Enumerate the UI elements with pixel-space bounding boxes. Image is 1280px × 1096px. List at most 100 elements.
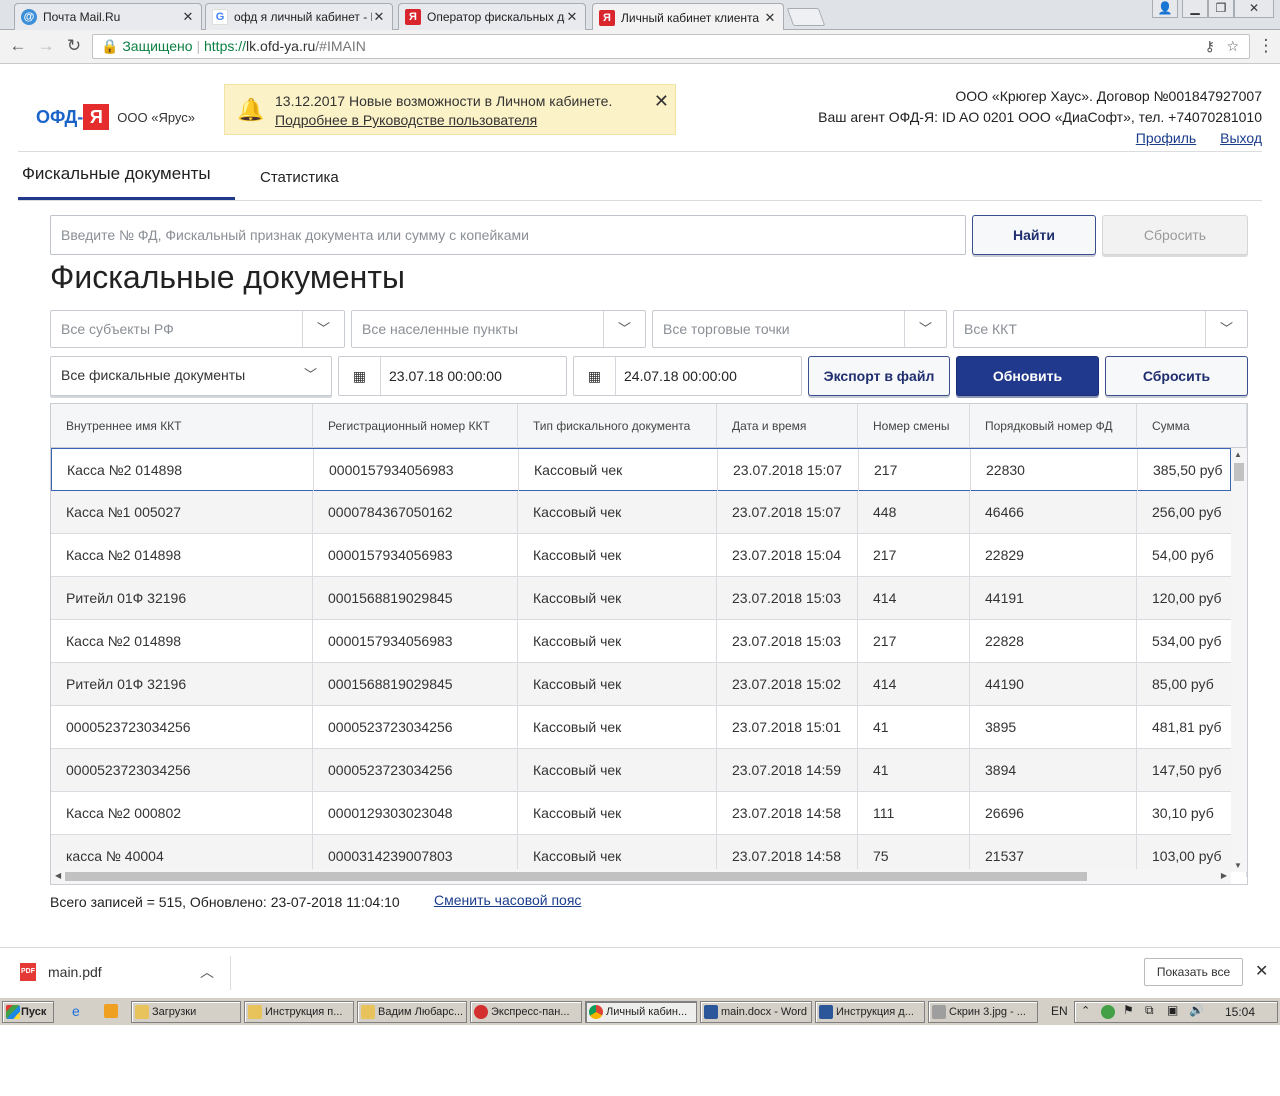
tray-flag-icon[interactable]: ⚑ [1123, 1003, 1134, 1017]
menu-icon[interactable]: ⋮ [1256, 37, 1276, 54]
url-field[interactable]: 🔒 Защищено | https://lk.ofd-ya.ru/#IMAIN… [92, 34, 1250, 59]
browser-tab-operator[interactable]: Я Оператор фискальных да ✕ [398, 3, 586, 30]
table-row[interactable]: Касса №2 014898 0000157934056983 Кассовый … [51, 448, 1231, 491]
table-row[interactable]: Касса №2 000802 0000129303023048 Кассовый … [51, 792, 1247, 835]
star-icon[interactable]: ☆ [1226, 35, 1239, 58]
kkt-select[interactable]: Все ККТ ﹀ [953, 310, 1248, 348]
close-tab-icon[interactable]: ✕ [181, 9, 195, 25]
tray-expand-icon[interactable]: ⌃ [1081, 1004, 1090, 1017]
restore-icon[interactable]: ❐ [1208, 0, 1234, 18]
cell-shift: 217 [859, 449, 971, 491]
city-select[interactable]: Все населенные пункты ﹀ [351, 310, 646, 348]
cell-kkt-name: Касса №2 014898 [51, 620, 313, 662]
cell-shift: 217 [858, 534, 970, 576]
horizontal-scrollbar[interactable]: ◀ ▶ [51, 869, 1231, 884]
close-tab-icon[interactable]: ✕ [565, 9, 579, 25]
points-select[interactable]: Все торговые точки ﹀ [652, 310, 947, 348]
ie-icon[interactable]: e [72, 1003, 80, 1019]
column-header-sum[interactable]: Сумма [1137, 404, 1247, 448]
nav-divider [18, 200, 1262, 201]
date-to-field[interactable]: ▦ 24.07.18 00:00:00 [573, 356, 802, 396]
taskbar-item-word-main[interactable]: main.docx - Word [700, 1001, 812, 1023]
scroll-up-icon[interactable]: ▲ [1234, 450, 1242, 459]
media-player-icon[interactable] [104, 1004, 118, 1018]
find-button[interactable]: Найти [972, 215, 1096, 255]
column-header-reg-number[interactable]: Регистрационный номер ККТ [313, 404, 518, 448]
close-download-bar-icon[interactable]: ✕ [1255, 961, 1268, 981]
start-button[interactable]: Пуск [2, 1001, 54, 1023]
column-header-kkt-name[interactable]: Внутреннее имя ККТ [51, 404, 313, 448]
tab-fiscal-documents[interactable]: Фискальные документы [22, 164, 211, 184]
show-all-button[interactable]: Показать все [1144, 958, 1243, 986]
horizontal-scroll-thumb[interactable] [65, 872, 1087, 881]
region-select[interactable]: Все субъекты РФ ﹀ [50, 310, 345, 348]
tray-sync-icon[interactable] [1101, 1005, 1115, 1019]
taskbar-item-downloads[interactable]: Загрузки [131, 1001, 241, 1023]
new-tab-button[interactable] [786, 8, 826, 26]
column-header-shift[interactable]: Номер смены [858, 404, 970, 448]
vertical-scrollbar[interactable]: ▲ ▼ [1231, 448, 1247, 872]
manual-link[interactable]: Подробнее в Руководстве пользователя [275, 112, 537, 128]
reload-icon[interactable]: ↻ [64, 37, 84, 54]
tray-volume-icon[interactable]: 🔊 [1189, 1003, 1204, 1017]
taskbar-item-instruction[interactable]: Инструкция п... [244, 1001, 354, 1023]
table-row[interactable]: Касса №2 014898 0000157934056983 Кассовый … [51, 534, 1247, 577]
taskbar-item-vadim[interactable]: Вадим Любарс... [357, 1001, 467, 1023]
language-indicator[interactable]: EN [1051, 1004, 1068, 1018]
taskbar-item-word-instruction[interactable]: Инструкция д... [815, 1001, 925, 1023]
table-row[interactable]: Касса №1 005027 0000784367050162 Кассовый … [51, 491, 1247, 534]
scroll-down-icon[interactable]: ▼ [1234, 861, 1242, 870]
download-file-name[interactable]: main.pdf [48, 964, 102, 980]
scroll-left-icon[interactable]: ◀ [55, 871, 61, 880]
profile-link[interactable]: Профиль [1136, 130, 1196, 146]
taskbar-item-chrome[interactable]: Личный кабин... [585, 1001, 697, 1023]
ofd-ya-icon: Я [599, 9, 615, 26]
table-row[interactable]: Касса №2 014898 0000157934056983 Кассовый … [51, 620, 1247, 663]
folder-icon [135, 1005, 149, 1019]
tab-statistics[interactable]: Статистика [260, 169, 339, 186]
browser-tab-google[interactable]: G офд я личный кабинет - П ✕ [205, 3, 393, 30]
timezone-link[interactable]: Сменить часовой пояс [434, 892, 581, 908]
date-from-field[interactable]: ▦ 23.07.18 00:00:00 [338, 356, 567, 396]
column-header-datetime[interactable]: Дата и время [717, 404, 858, 448]
cell-shift: 41 [858, 706, 970, 748]
column-header-fd-number[interactable]: Порядковый номер ФД [970, 404, 1137, 448]
vertical-scroll-thumb[interactable] [1234, 463, 1244, 481]
refresh-button[interactable]: Обновить [956, 356, 1099, 396]
table-row[interactable]: 0000523723034256 0000523723034256 Кассовый… [51, 706, 1247, 749]
cell-datetime: 23.07.2018 15:01 [717, 706, 858, 748]
taskbar-item-screenshot[interactable]: Скрин 3.jpg - ... [928, 1001, 1038, 1023]
search-reset-button[interactable]: Сбросить [1102, 215, 1248, 255]
calendar-icon[interactable]: ▦ [574, 357, 616, 395]
table-row[interactable]: 0000523723034256 0000523723034256 Кассовый… [51, 749, 1247, 792]
taskbar-item-opera[interactable]: Экспресс-пан... [470, 1001, 582, 1023]
column-header-doc-type[interactable]: Тип фискального документа [518, 404, 717, 448]
ofd-logo[interactable]: ОФД- Я ООО «Ярус» [36, 104, 195, 130]
close-notification-icon[interactable]: ✕ [654, 91, 669, 112]
logout-link[interactable]: Выход [1220, 130, 1262, 146]
download-bar: PDF main.pdf ︿ Показать все ✕ [0, 947, 1280, 997]
doc-type-select[interactable]: Все фискальные документы ﹀ [50, 356, 332, 396]
opera-icon [474, 1005, 488, 1019]
tray-device-icon[interactable]: ▣ [1167, 1003, 1178, 1017]
forward-icon[interactable]: → [36, 37, 56, 54]
calendar-icon[interactable]: ▦ [339, 357, 381, 395]
user-icon[interactable]: 👤 [1152, 0, 1178, 18]
browser-tab-mailru[interactable]: @ Почта Mail.Ru ✕ [14, 3, 202, 30]
browser-tab-active[interactable]: Я Личный кабинет клиента ✕ [592, 3, 784, 31]
chevron-up-icon[interactable]: ︿ [200, 962, 214, 982]
close-window-icon[interactable]: ✕ [1234, 0, 1274, 18]
tray-network-icon[interactable]: ⧉ [1145, 1003, 1154, 1018]
cell-kkt-name: 0000523723034256 [51, 706, 313, 748]
table-row[interactable]: Ритейл 01Ф 32196 0001568819029845 Кассовый… [51, 577, 1247, 620]
close-tab-icon[interactable]: ✕ [372, 9, 386, 25]
table-row[interactable]: Ритейл 01Ф 32196 0001568819029845 Кассовый… [51, 663, 1247, 706]
filters-reset-button[interactable]: Сбросить [1105, 356, 1248, 396]
close-tab-icon[interactable]: ✕ [763, 10, 777, 26]
back-icon[interactable]: ← [8, 37, 28, 54]
search-input[interactable]: Введите № ФД, Фискальный признак докумен… [50, 215, 966, 255]
minimize-icon[interactable]: ▁ [1182, 0, 1208, 18]
scroll-right-icon[interactable]: ▶ [1221, 871, 1227, 880]
key-icon[interactable]: ⚷ [1205, 35, 1215, 58]
export-button[interactable]: Экспорт в файл [808, 356, 950, 396]
